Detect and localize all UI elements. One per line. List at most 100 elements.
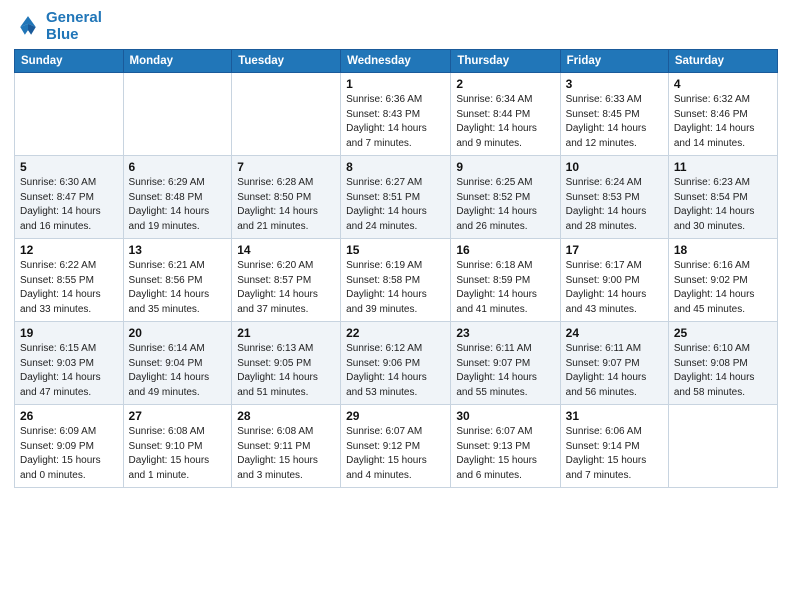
- col-header-tuesday: Tuesday: [232, 50, 341, 73]
- day-info: Sunrise: 6:08 AMSunset: 9:10 PMDaylight:…: [129, 425, 227, 483]
- day-number: 28: [237, 409, 335, 423]
- day-cell: 4 Sunrise: 6:32 AMSunset: 8:46 PMDaylight…: [668, 73, 777, 156]
- day-cell: [232, 73, 341, 156]
- day-cell: 1 Sunrise: 6:36 AMSunset: 8:43 PMDaylight…: [341, 73, 451, 156]
- day-cell: 9 Sunrise: 6:25 AMSunset: 8:52 PMDaylight…: [451, 156, 560, 239]
- day-number: 31: [566, 409, 663, 423]
- day-info: Sunrise: 6:32 AMSunset: 8:46 PMDaylight:…: [674, 93, 772, 151]
- col-header-saturday: Saturday: [668, 50, 777, 73]
- day-number: 1: [346, 77, 445, 91]
- day-cell: 18 Sunrise: 6:16 AMSunset: 9:02 PMDayligh…: [668, 239, 777, 322]
- day-number: 26: [20, 409, 118, 423]
- week-row-1: 1 Sunrise: 6:36 AMSunset: 8:43 PMDaylight…: [15, 73, 778, 156]
- day-info: Sunrise: 6:22 AMSunset: 8:55 PMDaylight:…: [20, 259, 118, 317]
- day-cell: 13 Sunrise: 6:21 AMSunset: 8:56 PMDayligh…: [123, 239, 232, 322]
- day-number: 14: [237, 243, 335, 257]
- col-header-friday: Friday: [560, 50, 668, 73]
- day-info: Sunrise: 6:16 AMSunset: 9:02 PMDaylight:…: [674, 259, 772, 317]
- day-number: 4: [674, 77, 772, 91]
- day-cell: 2 Sunrise: 6:34 AMSunset: 8:44 PMDaylight…: [451, 73, 560, 156]
- day-info: Sunrise: 6:11 AMSunset: 9:07 PMDaylight:…: [566, 342, 663, 400]
- day-info: Sunrise: 6:07 AMSunset: 9:13 PMDaylight:…: [456, 425, 554, 483]
- day-number: 11: [674, 160, 772, 174]
- logo-text: General Blue: [46, 10, 102, 43]
- col-header-sunday: Sunday: [15, 50, 124, 73]
- day-cell: 11 Sunrise: 6:23 AMSunset: 8:54 PMDayligh…: [668, 156, 777, 239]
- day-cell: 7 Sunrise: 6:28 AMSunset: 8:50 PMDaylight…: [232, 156, 341, 239]
- day-cell: 15 Sunrise: 6:19 AMSunset: 8:58 PMDayligh…: [341, 239, 451, 322]
- day-number: 8: [346, 160, 445, 174]
- day-info: Sunrise: 6:06 AMSunset: 9:14 PMDaylight:…: [566, 425, 663, 483]
- day-cell: 17 Sunrise: 6:17 AMSunset: 9:00 PMDayligh…: [560, 239, 668, 322]
- day-info: Sunrise: 6:14 AMSunset: 9:04 PMDaylight:…: [129, 342, 227, 400]
- day-number: 21: [237, 326, 335, 340]
- day-cell: 10Sunrise: 6:24 AMSunset: 8:53 PMDayligh…: [560, 156, 668, 239]
- day-number: 24: [566, 326, 663, 340]
- day-cell: 3 Sunrise: 6:33 AMSunset: 8:45 PMDaylight…: [560, 73, 668, 156]
- day-info: Sunrise: 6:10 AMSunset: 9:08 PMDaylight:…: [674, 342, 772, 400]
- day-number: 7: [237, 160, 335, 174]
- day-cell: 21Sunrise: 6:13 AMSunset: 9:05 PMDayligh…: [232, 322, 341, 405]
- day-cell: 29 Sunrise: 6:07 AMSunset: 9:12 PMDayligh…: [341, 405, 451, 488]
- day-number: 30: [456, 409, 554, 423]
- day-info: Sunrise: 6:11 AMSunset: 9:07 PMDaylight:…: [456, 342, 554, 400]
- day-number: 12: [20, 243, 118, 257]
- day-number: 2: [456, 77, 554, 91]
- logo: General Blue: [14, 10, 102, 43]
- day-info: Sunrise: 6:17 AMSunset: 9:00 PMDaylight:…: [566, 259, 663, 317]
- day-info: Sunrise: 6:36 AMSunset: 8:43 PMDaylight:…: [346, 93, 445, 151]
- day-cell: 20 Sunrise: 6:14 AMSunset: 9:04 PMDayligh…: [123, 322, 232, 405]
- day-cell: 31 Sunrise: 6:06 AMSunset: 9:14 PMDayligh…: [560, 405, 668, 488]
- day-info: Sunrise: 6:07 AMSunset: 9:12 PMDaylight:…: [346, 425, 445, 483]
- day-info: Sunrise: 6:20 AMSunset: 8:57 PMDaylight:…: [237, 259, 335, 317]
- day-number: 25: [674, 326, 772, 340]
- day-cell: 16 Sunrise: 6:18 AMSunset: 8:59 PMDayligh…: [451, 239, 560, 322]
- day-cell: 8Sunrise: 6:27 AMSunset: 8:51 PMDaylight…: [341, 156, 451, 239]
- day-cell: 12 Sunrise: 6:22 AMSunset: 8:55 PMDayligh…: [15, 239, 124, 322]
- day-number: 9: [456, 160, 554, 174]
- day-info: Sunrise: 6:09 AMSunset: 9:09 PMDaylight:…: [20, 425, 118, 483]
- day-number: 17: [566, 243, 663, 257]
- day-cell: 25 Sunrise: 6:10 AMSunset: 9:08 PMDayligh…: [668, 322, 777, 405]
- day-info: Sunrise: 6:29 AMSunset: 8:48 PMDaylight:…: [129, 176, 227, 234]
- day-number: 22: [346, 326, 445, 340]
- day-number: 13: [129, 243, 227, 257]
- day-info: Sunrise: 6:18 AMSunset: 8:59 PMDaylight:…: [456, 259, 554, 317]
- day-cell: 27Sunrise: 6:08 AMSunset: 9:10 PMDayligh…: [123, 405, 232, 488]
- day-cell: 23Sunrise: 6:11 AMSunset: 9:07 PMDayligh…: [451, 322, 560, 405]
- day-info: Sunrise: 6:23 AMSunset: 8:54 PMDaylight:…: [674, 176, 772, 234]
- week-row-3: 12 Sunrise: 6:22 AMSunset: 8:55 PMDayligh…: [15, 239, 778, 322]
- day-info: Sunrise: 6:34 AMSunset: 8:44 PMDaylight:…: [456, 93, 554, 151]
- day-number: 19: [20, 326, 118, 340]
- day-info: Sunrise: 6:30 AMSunset: 8:47 PMDaylight:…: [20, 176, 118, 234]
- day-number: 15: [346, 243, 445, 257]
- day-cell: [15, 73, 124, 156]
- day-info: Sunrise: 6:33 AMSunset: 8:45 PMDaylight:…: [566, 93, 663, 151]
- day-number: 3: [566, 77, 663, 91]
- calendar-header-row: SundayMondayTuesdayWednesdayThursdayFrid…: [15, 50, 778, 73]
- week-row-4: 19Sunrise: 6:15 AMSunset: 9:03 PMDayligh…: [15, 322, 778, 405]
- day-number: 6: [129, 160, 227, 174]
- day-cell: [668, 405, 777, 488]
- day-info: Sunrise: 6:21 AMSunset: 8:56 PMDaylight:…: [129, 259, 227, 317]
- day-info: Sunrise: 6:19 AMSunset: 8:58 PMDaylight:…: [346, 259, 445, 317]
- col-header-wednesday: Wednesday: [341, 50, 451, 73]
- col-header-thursday: Thursday: [451, 50, 560, 73]
- day-number: 20: [129, 326, 227, 340]
- day-info: Sunrise: 6:24 AMSunset: 8:53 PMDaylight:…: [566, 176, 663, 234]
- week-row-2: 5 Sunrise: 6:30 AMSunset: 8:47 PMDaylight…: [15, 156, 778, 239]
- calendar-page: General Blue SundayMondayTuesdayWednesda…: [0, 0, 792, 612]
- day-number: 5: [20, 160, 118, 174]
- day-cell: 6 Sunrise: 6:29 AMSunset: 8:48 PMDaylight…: [123, 156, 232, 239]
- day-cell: 19Sunrise: 6:15 AMSunset: 9:03 PMDayligh…: [15, 322, 124, 405]
- day-cell: 5 Sunrise: 6:30 AMSunset: 8:47 PMDaylight…: [15, 156, 124, 239]
- day-number: 29: [346, 409, 445, 423]
- day-number: 18: [674, 243, 772, 257]
- day-number: 16: [456, 243, 554, 257]
- week-row-5: 26 Sunrise: 6:09 AMSunset: 9:09 PMDayligh…: [15, 405, 778, 488]
- col-header-monday: Monday: [123, 50, 232, 73]
- day-info: Sunrise: 6:25 AMSunset: 8:52 PMDaylight:…: [456, 176, 554, 234]
- day-info: Sunrise: 6:08 AMSunset: 9:11 PMDaylight:…: [237, 425, 335, 483]
- calendar-table: SundayMondayTuesdayWednesdayThursdayFrid…: [14, 49, 778, 488]
- day-info: Sunrise: 6:28 AMSunset: 8:50 PMDaylight:…: [237, 176, 335, 234]
